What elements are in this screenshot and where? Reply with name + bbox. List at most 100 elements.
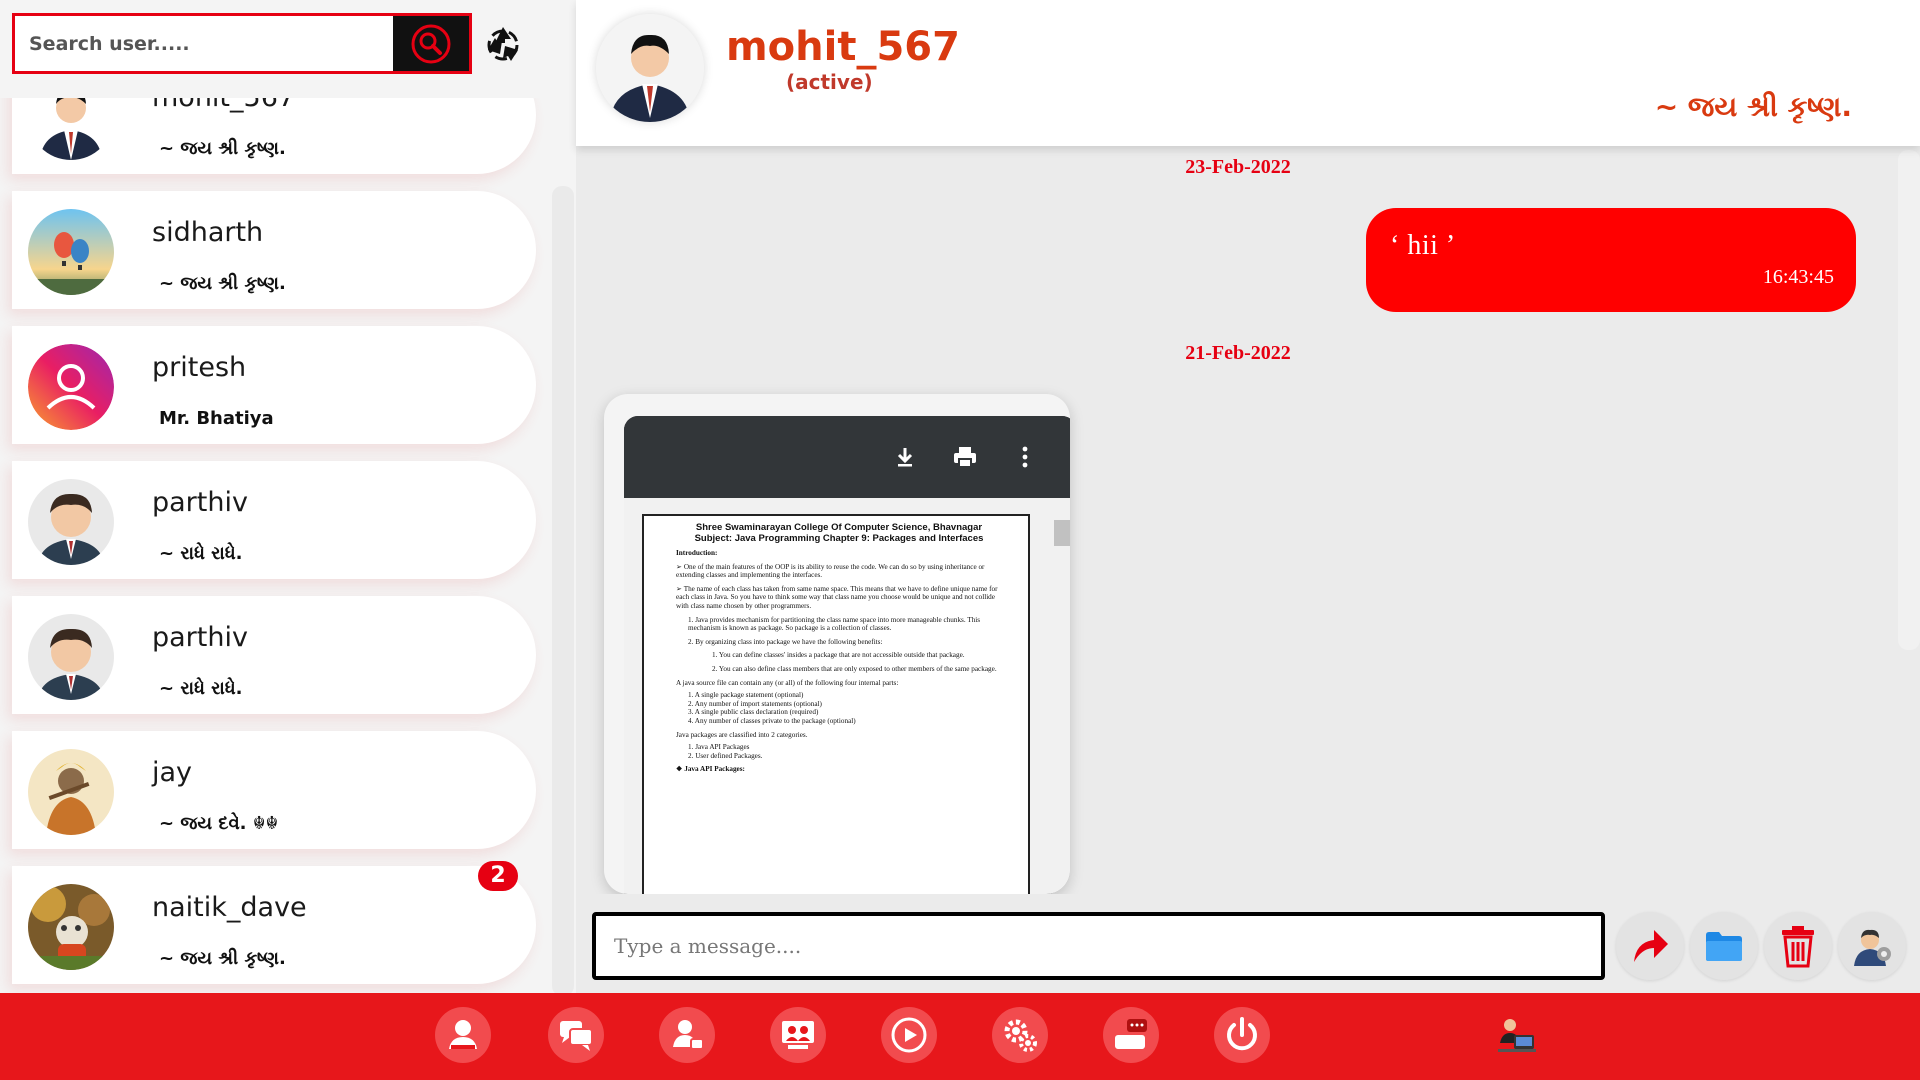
pdf-heading: Introduction: (676, 549, 718, 557)
chat-user-status: ~ જય શ્રી કૃષ્ણ. (1654, 90, 1852, 123)
pdf-paragraph: 2. You can also define class members tha… (712, 664, 997, 673)
recycle-icon (487, 27, 519, 61)
pdf-download-button[interactable] (890, 442, 920, 472)
contact-item-sidharth[interactable]: sidharth ~ જય શ્રી કૃષ્ણ. (12, 191, 536, 309)
contact-profile-button[interactable] (1838, 912, 1906, 980)
message-input[interactable] (596, 916, 1601, 976)
contact-name: parthiv (152, 487, 248, 518)
profile-icon (449, 1020, 477, 1049)
chat-user-name: mohit_567 (726, 24, 960, 70)
avatar (28, 344, 114, 430)
sidebar-scrollbar[interactable] (552, 186, 574, 993)
sent-message-bubble[interactable]: ‘ hii ’ 16:43:45 (1366, 208, 1856, 312)
pdf-title: Shree Swaminarayan College Of Computer S… (695, 522, 983, 533)
pdf-list-item: 2. User defined Packages. (688, 751, 763, 760)
pdf-paragraph: ➢ One of the main features of the OOP is… (676, 562, 985, 580)
chat-presence: (active) (786, 70, 873, 94)
user-profile-icon (1854, 929, 1891, 966)
nav-settings-button[interactable] (992, 1007, 1048, 1063)
pdf-scrollbar[interactable] (1052, 502, 1070, 894)
download-icon (897, 448, 913, 467)
pdf-list-item: 2. Any number of import statements (opti… (688, 699, 822, 708)
settings-icon (1004, 1019, 1037, 1052)
refresh-button[interactable] (480, 20, 526, 66)
pdf-paragraph: 1. You can define classes' insides a pac… (712, 651, 965, 660)
more-vertical-icon (1022, 446, 1028, 468)
nav-account-button[interactable] (1488, 1007, 1544, 1063)
contact-name: naitik_dave (152, 892, 307, 923)
pdf-paragraph: A java source file can contain any (or a… (676, 678, 899, 687)
bottom-nav (0, 993, 1920, 1080)
nav-contacts-button[interactable] (659, 1007, 715, 1063)
nav-chats-button[interactable] (548, 1007, 604, 1063)
contact-name: jay (152, 757, 193, 788)
avatar (28, 884, 114, 970)
pdf-attachment[interactable]: Shree Swaminarayan College Of Computer S… (604, 394, 1070, 894)
nav-media-button[interactable] (881, 1007, 937, 1063)
pdf-paragraph: 1. Java provides mechanism for partition… (688, 615, 981, 633)
nav-groups-button[interactable] (770, 1007, 826, 1063)
nav-profile-button[interactable] (435, 1007, 491, 1063)
pdf-more-button[interactable] (1010, 442, 1040, 472)
power-icon (1227, 1017, 1257, 1051)
contact-item-parthiv-2[interactable]: parthiv ~ રાધે રાધે. (12, 596, 536, 714)
contact-item-naitik[interactable]: 2 naitik_dave ~ જય શ્રી કૃષ્ણ. (12, 861, 536, 984)
send-button[interactable] (1616, 912, 1684, 980)
folder-icon (1706, 932, 1742, 961)
pdf-print-button[interactable] (950, 442, 980, 472)
message-text: ‘ hii ’ (1390, 230, 1456, 261)
chat-header: mohit_567 (active) ~ જય શ્રી કૃષ્ણ. (576, 0, 1920, 146)
unread-badge: 2 (478, 861, 518, 891)
trash-icon (1782, 926, 1814, 968)
pdf-list-item: 1. Java API Packages (688, 743, 750, 752)
delete-chat-button[interactable] (1764, 912, 1832, 980)
message-scrollbar[interactable] (1898, 150, 1920, 650)
nav-logout-button[interactable] (1214, 1007, 1270, 1063)
avatar (28, 614, 114, 700)
chats-icon (560, 1021, 593, 1051)
contact-list: mohit_567 ~ જય શ્રી કૃષ્ણ. sidharth ~ જય… (0, 98, 576, 993)
avatar (28, 209, 114, 295)
chat-avatar[interactable] (596, 14, 704, 122)
contact-name: sidharth (152, 217, 264, 248)
message-area: 23-Feb-2022 ‘ hii ’ 16:43:45 21-Feb-2022… (576, 146, 1920, 894)
pdf-page-area: Shree Swaminarayan College Of Computer S… (624, 498, 1070, 894)
contact-status: Mr. Bhatiya (159, 408, 274, 429)
contact-status: ~ જય શ્રી કૃષ્ણ. (159, 948, 286, 969)
attach-file-button[interactable] (1690, 912, 1758, 980)
avatar (28, 749, 114, 835)
pdf-viewer: Shree Swaminarayan College Of Computer S… (624, 416, 1070, 894)
search-button[interactable] (393, 16, 469, 71)
pdf-paragraph: ➢ The name of each class has taken from … (676, 584, 998, 610)
account-icon (1498, 1019, 1536, 1052)
contact-item-mohit[interactable]: mohit_567 ~ જય શ્રી કૃષ્ણ. (12, 98, 536, 174)
contact-status: ~ જય દવે. ☬☬ (159, 813, 279, 834)
date-separator: 23-Feb-2022 (1185, 156, 1291, 178)
pdf-scroll-thumb[interactable] (1054, 520, 1070, 546)
pdf-toolbar (624, 416, 1070, 498)
groups-icon (782, 1021, 814, 1049)
contact-status: ~ જય શ્રી કૃષ્ણ. (159, 273, 286, 294)
sidebar: mohit_567 ~ જય શ્રી કૃષ્ણ. sidharth ~ જય… (0, 0, 576, 993)
pdf-page: Shree Swaminarayan College Of Computer S… (642, 514, 1030, 894)
play-icon (891, 1017, 927, 1053)
avatar (28, 479, 114, 565)
avatar (28, 98, 114, 160)
nav-feedback-button[interactable] (1103, 1007, 1159, 1063)
contact-status: ~ રાધે રાધે. (159, 543, 243, 564)
pdf-paragraph: 2. By organizing class into package we h… (688, 637, 883, 646)
pdf-paragraph: Java packages are classified into 2 cate… (676, 730, 808, 739)
pdf-list-item: 1. A single package statement (optional) (688, 691, 804, 700)
contact-name: pritesh (152, 352, 247, 383)
contact-status: ~ રાધે રાધે. (159, 678, 243, 699)
contact-item-parthiv[interactable]: parthiv ~ રાધે રાધે. (12, 461, 536, 579)
search-icon (411, 24, 451, 63)
date-separator: 21-Feb-2022 (1185, 342, 1291, 364)
contact-item-pritesh[interactable]: pritesh Mr. Bhatiya (12, 326, 536, 444)
search-input[interactable] (15, 16, 393, 71)
contact-name: mohit_567 (152, 98, 295, 113)
contacts-icon (673, 1020, 704, 1050)
send-arrow-icon (1634, 930, 1668, 962)
contact-item-jay[interactable]: jay ~ જય દવે. ☬☬ (12, 731, 536, 849)
feedback-icon (1115, 1019, 1147, 1049)
